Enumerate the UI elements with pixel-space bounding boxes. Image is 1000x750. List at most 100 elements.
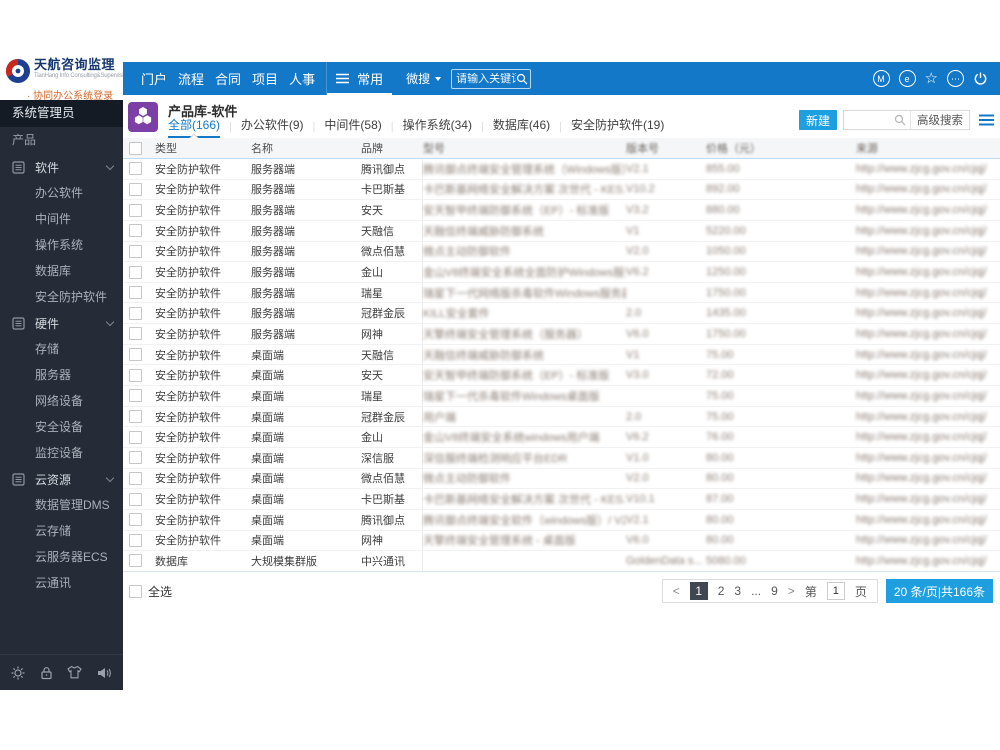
sidebar-item[interactable]: 数据管理DMS <box>0 492 123 518</box>
pager-page[interactable]: 2 <box>718 584 725 598</box>
settings-gear-icon[interactable] <box>10 665 26 681</box>
row-checkbox[interactable] <box>129 348 142 362</box>
row-checkbox[interactable] <box>129 492 142 506</box>
row-checkbox[interactable] <box>129 244 142 258</box>
sidebar-item[interactable]: 安全防护软件 <box>0 284 123 310</box>
lock-icon[interactable] <box>39 665 54 681</box>
table-search-magnifier-icon[interactable] <box>894 114 910 126</box>
pager-page[interactable]: 1 <box>689 582 708 600</box>
select-all-control[interactable]: 全选 <box>129 583 172 600</box>
table-row[interactable]: 安全防护软件 服务器端 金山金山V8终端安全系统全面防护Windows服务器版V6.… <box>123 262 1000 283</box>
pager-prev[interactable]: < <box>673 584 680 598</box>
table-row[interactable]: 安全防护软件 桌面端 微点佰慧 微点主动防御软件 V2.0 80.00 http://www… <box>123 468 1000 490</box>
sidebar-item[interactable]: 监控设备 <box>0 440 123 466</box>
sidebar-module-product[interactable]: 产品 <box>0 127 123 154</box>
row-checkbox[interactable] <box>129 265 142 279</box>
table-search-input[interactable] <box>844 112 894 128</box>
table-row[interactable]: 安全防护软件 桌面端 腾讯御点 腾讯御点终端安全软件（windows版）/ V2.1 V… <box>123 509 1000 531</box>
wesearch-dropdown[interactable]: 微搜 <box>406 70 442 87</box>
row-checkbox[interactable] <box>129 162 142 176</box>
row-checkbox[interactable] <box>129 430 142 444</box>
table-row[interactable]: 安全防护软件 服务器端 网神 天擎终端安全管理系统（服务器） V6.0 1750.00 ht… <box>123 324 1000 345</box>
category-tab[interactable]: 安全防护软件(19) <box>571 116 664 138</box>
sidebar-item[interactable]: 云存储 <box>0 518 123 544</box>
row-checkbox[interactable] <box>129 203 142 217</box>
category-tab[interactable]: 中间件(58) <box>324 116 381 138</box>
row-checkbox[interactable] <box>129 533 142 547</box>
favorite-star-icon[interactable]: ☆ <box>925 71 938 86</box>
table-row[interactable]: 安全防护软件 桌面端 安天 安天智甲终端防御系统（EP）- 标准版 V3.0 72.00 h… <box>123 365 1000 387</box>
select-all-checkbox[interactable] <box>129 584 142 598</box>
row-checkbox[interactable] <box>129 224 142 238</box>
table-row[interactable]: 安全防护软件 桌面端 卡巴斯基 卡巴斯基网络安全解决方案 次世代 - KES... V1… <box>123 489 1000 510</box>
row-checkbox[interactable] <box>129 389 142 403</box>
nav-item[interactable]: 项目 <box>252 69 278 88</box>
table-row[interactable]: 安全防护软件 桌面端 天融信 天融信终端威胁防御系统 V1 75.00 http://www… <box>123 344 1000 366</box>
pager-next[interactable]: > <box>788 584 795 598</box>
sidebar-item[interactable]: 云服务器ECS <box>0 544 123 570</box>
row-checkbox[interactable] <box>129 410 142 423</box>
sidebar-item[interactable]: 安全设备 <box>0 414 123 440</box>
page-size-info[interactable]: 20 条/页|共166条 <box>885 579 993 603</box>
row-checkbox[interactable] <box>129 513 142 527</box>
nav-item-changyong[interactable]: 常用 <box>357 69 383 88</box>
new-button[interactable]: 新建 <box>799 110 837 130</box>
category-tab[interactable]: 操作系统(34) <box>403 116 472 138</box>
category-tab[interactable]: 办公软件(9) <box>241 116 304 138</box>
sidebar-item[interactable]: 网络设备 <box>0 388 123 414</box>
table-row[interactable]: 安全防护软件 服务器端 天融信 天融信终端威胁防御系统 V1 5220.00 http://… <box>123 220 1000 242</box>
nav-item[interactable]: 合同 <box>215 69 241 88</box>
row-checkbox[interactable] <box>129 554 142 568</box>
table-row[interactable]: 安全防护软件 服务器端 瑞星 瑞星下一代网络版杀毒软件Windows服务器版 1750.… <box>123 282 1000 304</box>
sidebar-item[interactable]: 云通讯 <box>0 570 123 596</box>
sidebar-group-header[interactable]: 云资源 <box>0 466 123 492</box>
theme-shirt-icon[interactable] <box>66 665 83 680</box>
row-checkbox[interactable] <box>129 306 142 320</box>
table-row[interactable]: 安全防护软件 桌面端 金山 金山V8终端安全系统windows用户端 V6.2 76.00… <box>123 427 1000 448</box>
pager-jump-input[interactable]: 1 <box>826 582 845 600</box>
pager-page[interactable]: 3 <box>734 584 741 598</box>
table-row[interactable]: 安全防护软件 服务器端 冠群金辰 KILL安全套件 2.0 1435.00 http://w… <box>123 303 1000 325</box>
table-row[interactable]: 安全防护软件 服务器端 卡巴斯基 卡巴斯基网络安全解决方案 次世代 - KES... V… <box>123 179 1000 201</box>
sidebar-role[interactable]: 系统管理员 <box>0 100 123 127</box>
nav-item[interactable]: 门户 <box>141 69 167 88</box>
table-row[interactable]: 安全防护软件 服务器端 安天 安天智甲终端防御系统（EP）- 标准版 V3.2 880.0… <box>123 200 1000 221</box>
nav-quick-group[interactable]: 常用 <box>326 62 393 95</box>
power-icon[interactable] <box>973 71 988 86</box>
global-search-input[interactable] <box>456 72 517 85</box>
sidebar-item[interactable]: 数据库 <box>0 258 123 284</box>
more-icon[interactable]: ⋯ <box>947 70 964 87</box>
table-row[interactable]: 安全防护软件 服务器端 腾讯御点 腾讯御点终端安全管理系统（Windows版） V2.1… <box>123 159 1000 180</box>
nav-item[interactable]: 流程 <box>178 69 204 88</box>
row-checkbox[interactable] <box>129 368 142 382</box>
pager-ellipsis[interactable]: ... <box>751 584 761 598</box>
table-row[interactable]: 安全防护软件 桌面端 冠群金辰 用户端 2.0 75.00 http://www.zjcg.… <box>123 406 1000 428</box>
global-search-box[interactable] <box>451 68 532 89</box>
row-checkbox[interactable] <box>129 182 142 196</box>
m-badge-icon[interactable]: M <box>872 70 890 87</box>
sidebar-item[interactable]: 中间件 <box>0 206 123 232</box>
table-row[interactable]: 安全防护软件 桌面端 网神 天擎终端安全管理系统 - 桌面版 V6.0 80.00 http… <box>123 530 1000 552</box>
sidebar-item[interactable]: 办公软件 <box>0 180 123 206</box>
row-checkbox[interactable] <box>129 471 142 485</box>
category-tab[interactable]: 数据库(46) <box>493 116 550 138</box>
sidebar-group-header[interactable]: 硬件 <box>0 310 123 336</box>
table-row[interactable]: 数据库 大规模集群版 中兴通讯 GoldenData s... 5080.00 http:… <box>123 551 1000 572</box>
sidebar-item[interactable]: 操作系统 <box>0 232 123 258</box>
sidebar-item[interactable]: 存储 <box>0 336 123 362</box>
row-checkbox[interactable] <box>129 451 142 465</box>
row-checkbox[interactable] <box>129 286 142 300</box>
table-row[interactable]: 安全防护软件 桌面端 瑞星 瑞星下一代杀毒软件Windows桌面版 75.00 http:… <box>123 386 1000 407</box>
category-tab[interactable]: 全部(166) <box>168 116 221 138</box>
sidebar-item[interactable]: 服务器 <box>0 362 123 388</box>
advanced-search-button[interactable]: 高级搜索 <box>910 111 969 129</box>
speaker-icon[interactable] <box>96 666 113 680</box>
header-checkbox[interactable] <box>129 141 142 155</box>
hamburger-icon[interactable] <box>336 73 350 84</box>
nav-item[interactable]: 人事 <box>289 69 315 88</box>
row-checkbox[interactable] <box>129 327 142 341</box>
search-magnifier-icon[interactable] <box>516 73 528 85</box>
list-view-icon[interactable] <box>979 114 994 126</box>
table-row[interactable]: 安全防护软件 桌面端 深信服 深信服终端检测响应平台EDR V1.0 80.00 http:… <box>123 447 1000 469</box>
sidebar-group-header[interactable]: 软件 <box>0 154 123 180</box>
